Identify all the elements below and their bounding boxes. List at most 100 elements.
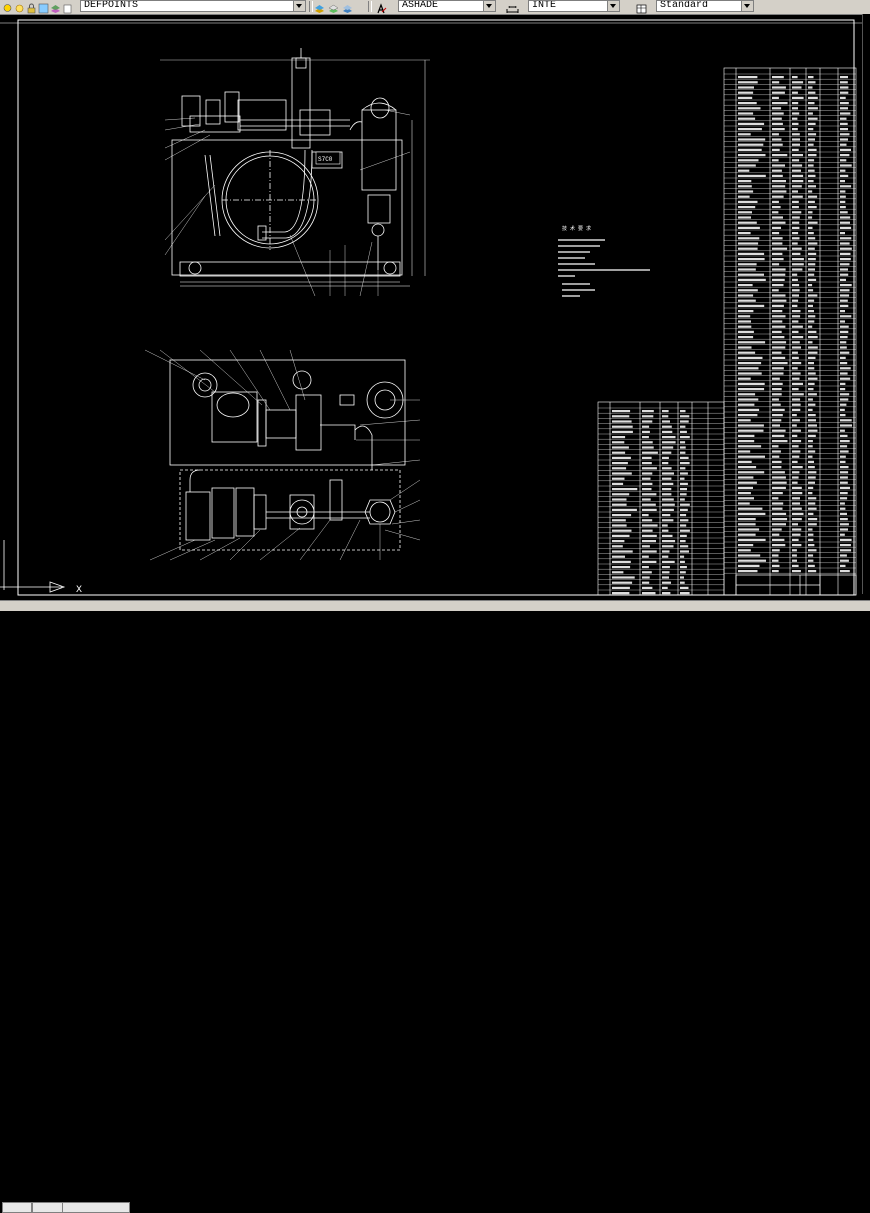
layer-previous-icon[interactable]: [328, 1, 339, 13]
cell-text-mark: [840, 112, 851, 115]
cell-text-mark: [792, 159, 800, 162]
cell-text-mark: [612, 477, 625, 480]
cell-text-mark: [840, 481, 848, 484]
cell-text-mark: [808, 336, 818, 339]
tab-layout2[interactable]: [62, 1202, 130, 1213]
tab-model[interactable]: [2, 1202, 32, 1213]
cell-text-mark: [738, 476, 754, 479]
cell-text-mark: [792, 143, 800, 146]
cell-text-mark: [738, 564, 760, 567]
cell-text-mark: [772, 341, 787, 344]
cell-text-mark: [840, 91, 849, 94]
tag-box-label: S7C0: [318, 156, 333, 163]
cell-text-mark: [642, 576, 650, 579]
cell-text-mark: [840, 299, 848, 302]
cell-text-mark: [642, 467, 657, 470]
bulb-icon[interactable]: [2, 1, 13, 12]
dimension-style-icon[interactable]: [506, 1, 519, 13]
cell-text-mark: [792, 221, 800, 224]
cell-text-mark: [612, 425, 633, 428]
linetype-dropdown[interactable]: INTE: [528, 0, 620, 12]
cell-text-mark: [738, 299, 756, 302]
cell-text-mark: [808, 341, 813, 344]
cell-text-mark: [662, 519, 674, 522]
cell-text-mark: [612, 581, 633, 584]
cell-text-mark: [808, 96, 818, 99]
layer-state-icon[interactable]: [50, 1, 61, 13]
cell-text-mark: [792, 263, 804, 266]
text-style-icon[interactable]: [376, 1, 387, 14]
cell-text-mark: [792, 429, 801, 432]
cell-text-mark: [792, 148, 799, 151]
cell-text-mark: [772, 164, 785, 167]
layer-dropdown[interactable]: DEFPOINTS: [80, 0, 306, 12]
cell-text-mark: [840, 237, 852, 240]
cell-text-mark: [772, 549, 780, 552]
cell-text-mark: [612, 472, 632, 475]
cell-text-mark: [738, 336, 754, 339]
cell-text-mark: [840, 258, 851, 261]
cell-text-mark: [680, 441, 686, 444]
cell-text-mark: [792, 523, 798, 526]
layer-dropdown-arrow-icon[interactable]: [293, 1, 305, 11]
cell-text-mark: [772, 528, 782, 531]
layer-manager-icon[interactable]: [314, 1, 325, 13]
tab-layout1[interactable]: [32, 1202, 66, 1213]
model-space-canvas[interactable]: S7C0 技 术 要 求 X: [0, 15, 862, 600]
cell-text-mark: [738, 356, 763, 359]
cell-text-mark: [840, 211, 848, 214]
cell-text-mark: [738, 388, 765, 391]
cell-text-mark: [772, 403, 781, 406]
cell-text-mark: [808, 211, 813, 214]
cell-text-mark: [738, 138, 766, 141]
cell-text-mark: [772, 367, 784, 370]
color-swatch-icon[interactable]: [38, 1, 49, 14]
cell-text-mark: [792, 466, 803, 469]
cell-text-mark: [612, 482, 624, 485]
cell-text-mark: [792, 268, 803, 271]
cell-text-mark: [738, 112, 754, 115]
cell-text-mark: [792, 273, 798, 276]
cell-text-mark: [808, 476, 816, 479]
cell-text-mark: [738, 154, 766, 157]
cell-text-mark: [808, 206, 817, 209]
cell-text-mark: [792, 434, 798, 437]
dim-style-dropdown-arrow-icon[interactable]: [741, 1, 753, 11]
text-style-dropdown-arrow-icon[interactable]: [483, 1, 495, 11]
cell-text-mark: [772, 86, 786, 89]
cell-text-mark: [680, 566, 687, 569]
cell-text-mark: [792, 518, 802, 521]
cell-text-mark: [840, 195, 846, 198]
cell-text-mark: [738, 190, 754, 193]
cell-text-mark: [792, 362, 802, 365]
linetype-dropdown-arrow-icon[interactable]: [607, 1, 619, 11]
cell-text-mark: [738, 533, 756, 536]
lock-icon[interactable]: [26, 1, 37, 14]
cell-text-mark: [808, 471, 817, 474]
plot-style-icon[interactable]: [62, 1, 73, 14]
cell-text-mark: [738, 351, 756, 354]
text-style-dropdown[interactable]: ASHADE: [398, 0, 496, 12]
cell-text-mark: [840, 320, 845, 323]
cell-text-mark: [792, 117, 798, 120]
cell-text-mark: [808, 512, 814, 515]
cell-text-mark: [612, 415, 630, 418]
sun-icon[interactable]: [14, 1, 25, 13]
cell-text-mark: [642, 456, 652, 459]
cell-text-mark: [642, 493, 657, 496]
cell-text-mark: [808, 258, 816, 261]
layer-states-icon[interactable]: [342, 1, 353, 13]
cell-text-mark: [808, 273, 815, 276]
cell-text-mark: [808, 538, 814, 541]
vertical-scrollbar[interactable]: [862, 14, 870, 594]
cell-text-mark: [808, 382, 815, 385]
cell-text-mark: [738, 258, 765, 261]
cell-text-mark: [772, 289, 779, 292]
cell-text-mark: [642, 498, 651, 501]
cell-text-mark: [612, 529, 632, 532]
cell-text-mark: [808, 180, 814, 183]
table-style-icon[interactable]: [636, 1, 647, 14]
dim-style-dropdown[interactable]: Standard: [656, 0, 754, 12]
cell-text-mark: [680, 415, 690, 418]
cell-text-mark: [840, 117, 847, 120]
